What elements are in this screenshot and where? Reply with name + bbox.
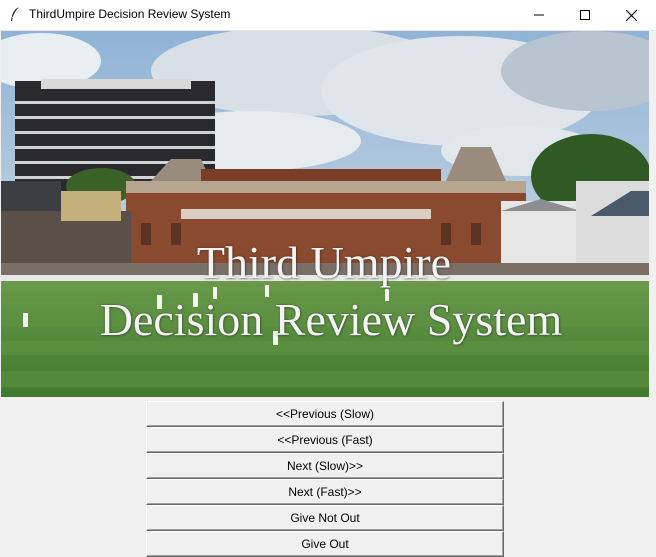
close-button[interactable]	[608, 0, 654, 30]
give-out-button[interactable]: Give Out	[146, 531, 504, 557]
banner-title-line1: Third Umpire	[196, 237, 452, 288]
maximize-icon	[580, 10, 590, 20]
close-icon	[625, 9, 637, 21]
window-edge	[650, 31, 656, 557]
previous-slow-button[interactable]: <<Previous (Slow)	[146, 401, 504, 427]
window-title: ThirdUmpire Decision Review System	[29, 7, 231, 21]
banner-title-line2: Decision Review System	[99, 294, 563, 345]
give-not-out-button[interactable]: Give Not Out	[146, 505, 504, 531]
previous-fast-button[interactable]: <<Previous (Fast)	[146, 427, 504, 453]
maximize-button[interactable]	[562, 0, 608, 30]
title-bar: ThirdUmpire Decision Review System	[0, 0, 656, 31]
minimize-icon	[534, 14, 544, 16]
next-fast-button[interactable]: Next (Fast)>>	[146, 479, 504, 505]
minimize-button[interactable]	[516, 0, 562, 30]
next-slow-button[interactable]: Next (Slow)>>	[146, 453, 504, 479]
stadium-banner-image: Third Umpire Decision Review System	[1, 31, 649, 397]
feather-icon	[11, 6, 20, 21]
